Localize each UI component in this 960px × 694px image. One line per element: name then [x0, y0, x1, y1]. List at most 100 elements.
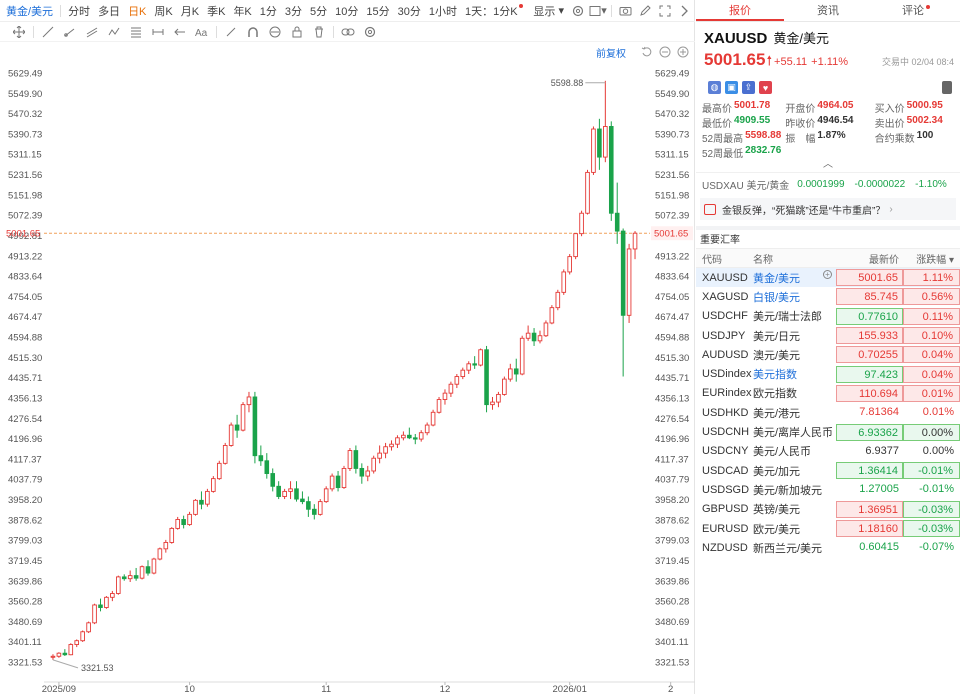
table-row[interactable]: USDCAD 美元/加元 1.36414 -0.01%	[696, 461, 960, 480]
candle-body	[347, 450, 353, 469]
candle-body	[110, 593, 115, 598]
usdxau-row[interactable]: USDXAU 美元/黄金 0.0001999 -0.0000022 -1.10%	[696, 172, 960, 196]
table-row[interactable]: USDindex 美元指数 97.423 0.04%	[696, 364, 960, 383]
y-tick-label-left: 3878.62	[8, 515, 42, 526]
candle-body	[294, 488, 299, 500]
stat-value: 100	[916, 130, 934, 141]
usdxau-price: 0.0001999	[797, 179, 845, 190]
favorite-icon[interactable]: ♥	[759, 81, 772, 94]
news-banner[interactable]: 金银反弹，“死猫跳”还是“牛市重启”？ ›	[700, 198, 956, 220]
stat-cell: 最高价 5001.78	[702, 100, 785, 115]
tab-comments[interactable]: 评论	[872, 0, 960, 21]
rate-code: XAUUSD	[702, 271, 748, 284]
stat-label: 振 幅	[785, 134, 816, 145]
candle-body	[377, 452, 382, 459]
min-price-label: 3321.53	[81, 663, 114, 673]
table-row[interactable]: USDCHF 美元/瑞士法郎 0.77610 0.11%	[696, 307, 960, 326]
tab-quote[interactable]: 报价	[696, 0, 784, 21]
table-row[interactable]: USDSGD 美元/新加坡元 1.27005 -0.01%	[696, 480, 960, 499]
y-tick-label-left: 4515.30	[8, 353, 42, 364]
rate-last: 7.81364	[859, 406, 899, 419]
table-row[interactable]: USDJPY 美元/日元 155.933 0.10%	[696, 326, 960, 345]
stat-value: 4909.55	[734, 115, 771, 126]
candle-body	[133, 575, 139, 579]
candle-body	[537, 335, 543, 342]
rate-last: 5001.65	[836, 269, 903, 287]
candle-body	[603, 126, 608, 158]
table-row[interactable]: XAUUSD 黄金/美元 +5001.65 1.11%	[696, 268, 960, 288]
rate-code: USDCAD	[702, 464, 749, 477]
rate-name: 欧元/美元	[753, 523, 801, 536]
rate-change: -0.03%	[903, 500, 960, 518]
y-tick-label-right: 4276.54	[655, 414, 689, 425]
table-row[interactable]: NZDUSD 新西兰元/美元 0.60415 -0.07%	[696, 538, 960, 557]
rate-name-cell: 澳元/美元	[753, 347, 836, 363]
news-headline: 金银反弹，“死猫跳”还是“牛市重启”？	[722, 205, 886, 217]
header-chg[interactable]: 涨跌幅 ▾	[903, 251, 960, 266]
table-row[interactable]: GBPUSD 英镑/美元 1.36951 -0.03%	[696, 500, 960, 519]
candle-body	[454, 376, 460, 385]
rate-last: 1.36951	[836, 500, 903, 518]
usdxau-code: USDXAU 美元/黄金	[702, 181, 790, 192]
candle-body	[513, 368, 519, 375]
table-row[interactable]: USDHKD 美元/港元 7.81364 0.01%	[696, 403, 960, 422]
rate-change: 1.11%	[903, 269, 960, 287]
candle-body	[389, 443, 394, 448]
rate-last: 110.694	[836, 384, 903, 402]
collapse-chevron-icon[interactable]: ︿	[696, 160, 960, 172]
x-tick-label: 11	[321, 684, 331, 694]
candle-body	[104, 596, 109, 608]
table-row[interactable]: EURindex 欧元指数 110.694 0.01%	[696, 384, 960, 403]
y-tick-label-right: 3401.11	[655, 637, 689, 648]
current-price-label-left: 5001.65	[6, 229, 40, 240]
share-icon[interactable]: ⇪	[742, 81, 755, 94]
rate-name-cell: 美元/瑞士法郎	[753, 308, 836, 324]
candle-body	[555, 291, 561, 309]
table-row[interactable]: AUDUSD 澳元/美元 0.70255 0.04%	[696, 345, 960, 364]
rate-change: 0.00%	[922, 444, 954, 457]
y-tick-label-left: 3639.86	[8, 576, 42, 587]
table-row[interactable]: XAGUSD 白银/美元 85.745 0.56%	[696, 287, 960, 306]
stat-value: 5002.34	[906, 115, 943, 126]
rate-change: 0.00%	[903, 423, 960, 441]
more-icon[interactable]	[942, 81, 952, 94]
y-tick-label-right: 3639.86	[655, 576, 689, 587]
stat-label: 昨收价	[785, 119, 816, 130]
y-tick-label-right: 4754.05	[655, 292, 689, 303]
stat-row: 最高价 5001.78 开盘价 4964.05 买入价 5000.95	[702, 100, 954, 115]
candlestick-chart[interactable]: 5629.49 5629.49 5549.90 5549.90 5470.32 5470.…	[0, 0, 695, 694]
rate-last: 6.93362	[836, 423, 903, 441]
table-row[interactable]: USDCNH 美元/离岸人民币 6.93362 0.00%	[696, 422, 960, 441]
rate-name-cell: 美元指数	[753, 366, 836, 382]
header-name[interactable]: 名称	[753, 251, 836, 266]
rate-name: 白银/美元	[753, 291, 801, 304]
candle-body	[442, 392, 448, 400]
rate-name: 美元/日元	[753, 330, 801, 343]
globe-icon[interactable]: ◍	[708, 81, 721, 94]
rate-last: 0.60415	[859, 541, 899, 554]
stat-label: 买入价	[874, 104, 905, 115]
chat-icon[interactable]: ▣	[725, 81, 738, 94]
rate-code: XAGUSD	[702, 290, 749, 303]
stat-value: 2832.76	[745, 145, 782, 156]
y-tick-label-left: 3560.28	[8, 597, 42, 608]
table-row[interactable]: EURUSD 欧元/美元 1.18160 -0.03%	[696, 519, 960, 538]
candle-body	[359, 467, 365, 477]
rate-name: 美元/瑞士法郎	[753, 311, 823, 324]
header-code[interactable]: 代码	[696, 251, 753, 266]
stat-label: 最低价	[702, 119, 732, 130]
rate-name: 新西兰元/美元	[753, 542, 823, 555]
add-watch-icon[interactable]: +	[823, 269, 832, 279]
candle-body	[151, 558, 157, 574]
stat-cell: 买入价 5000.95	[875, 100, 954, 115]
y-tick-label-left: 5311.15	[8, 150, 42, 161]
candle-body	[62, 652, 68, 656]
header-last[interactable]: 最新价	[836, 251, 903, 266]
y-tick-label-right: 5629.49	[655, 69, 689, 80]
tab-news[interactable]: 资讯	[784, 0, 872, 21]
y-tick-label-right: 5549.90	[655, 89, 689, 100]
stat-value: 5000.95	[906, 100, 943, 111]
y-tick-label-right: 5311.15	[655, 150, 689, 161]
quote-action-icons: ◍ ▣ ⇪ ♥	[696, 74, 960, 98]
table-row[interactable]: USDCNY 美元/人民币 6.9377 0.00%	[696, 442, 960, 461]
